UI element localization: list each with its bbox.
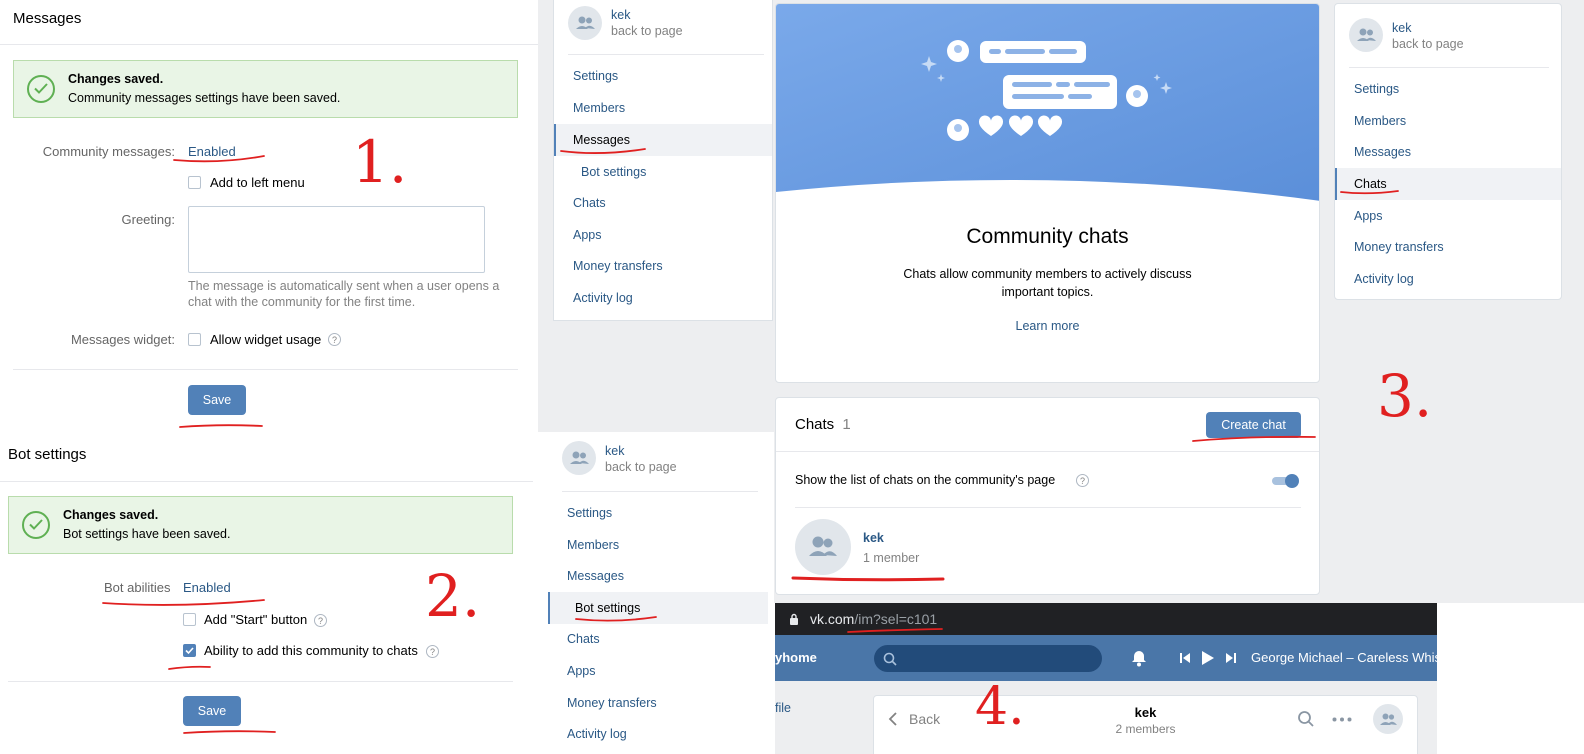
annotation-underlines xyxy=(102,148,1399,734)
